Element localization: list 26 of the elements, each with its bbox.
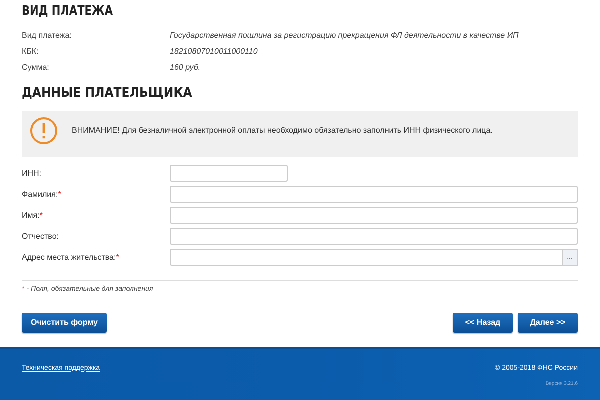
warning-icon [30, 117, 58, 145]
clear-form-button[interactable]: Очистить форму [22, 312, 107, 332]
field-label: Имя: [22, 210, 40, 222]
section-heading: ДАННЫЕ ПЛАТЕЛЬЩИКА [22, 86, 192, 102]
input-field[interactable] [170, 228, 578, 245]
input-field[interactable] [170, 249, 562, 266]
detail-label: Вид платежа: [22, 30, 73, 42]
detail-value: 18210807010011000110 [170, 46, 258, 58]
input-field[interactable] [170, 165, 288, 182]
field-label: ИНН: [22, 168, 42, 180]
detail-label: КБК: [22, 46, 40, 58]
input-field[interactable] [170, 207, 578, 224]
section-heading: ВИД ПЛАТЕЖА [22, 4, 113, 20]
field-label: Адрес места жительства: [22, 252, 116, 264]
detail-value: Государственная пошлина за регистрацию прекращения ФЛ деятельности в качестве ИП [170, 30, 519, 42]
next-button[interactable]: Далее >> [518, 312, 578, 332]
required-mark: * [40, 210, 43, 222]
back-button[interactable]: << Назад [453, 312, 513, 332]
detail-label: Сумма: [22, 62, 50, 74]
field-label: Отчество: [22, 230, 59, 242]
warning-text: ВНИМАНИЕ! Для безналичной электронной оплаты необходимо обязательно заполнить ИНН физического лица. [72, 125, 493, 137]
required-mark: * [116, 252, 120, 264]
input-field[interactable] [170, 186, 578, 203]
required-mark: * [58, 188, 62, 200]
detail-value: 160 руб. [170, 62, 201, 74]
field-label: Фамилия: [22, 188, 58, 200]
